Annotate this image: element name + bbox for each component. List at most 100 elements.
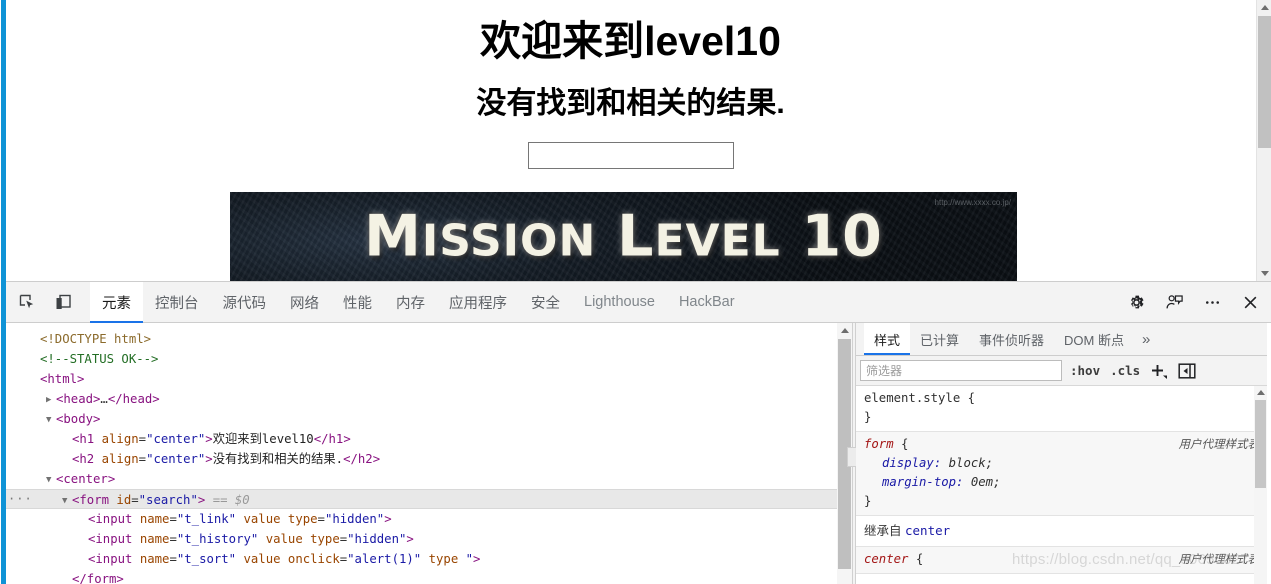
dom-scroll-up-arrow-icon[interactable]	[837, 323, 852, 338]
dom-row[interactable]: <input name="t_link" value type="hidden"…	[6, 509, 852, 529]
device-toolbar-icon[interactable]	[48, 287, 78, 317]
devtools-toolbar: 元素 控制台 源代码 网络 性能 内存 应用程序 安全 Lighthouse H…	[6, 281, 1271, 323]
tab-sources[interactable]: 源代码	[211, 282, 279, 323]
left-accent-strip	[1, 0, 6, 584]
dom-row-toggle-icon[interactable]: ▼	[46, 410, 56, 430]
toggle-pseudo-hov-button[interactable]: :hov	[1068, 362, 1102, 379]
style-rule-element-style[interactable]: element.style { }	[856, 386, 1267, 432]
tab-console-label: 控制台	[155, 295, 199, 312]
styles-scrollbar-thumb[interactable]	[1255, 400, 1266, 488]
dom-row[interactable]: <input name="t_sort" value onclick="aler…	[6, 549, 852, 569]
new-style-rule-button[interactable]	[1148, 361, 1170, 381]
dom-tree-pane[interactable]: <!DOCTYPE html> <!--STATUS OK--> <html> ▶ <h…	[6, 323, 852, 584]
tab-computed[interactable]: 已计算	[910, 323, 969, 355]
scroll-down-arrow-icon[interactable]	[1257, 266, 1271, 281]
more-options-icon[interactable]	[1197, 288, 1227, 318]
tab-dom-breakpoints-label: DOM 断点	[1064, 332, 1124, 348]
tab-lighthouse-label: Lighthouse	[584, 294, 655, 310]
dom-row[interactable]: <!DOCTYPE html>	[6, 329, 852, 349]
styles-pane-scrollbar[interactable]	[1254, 386, 1267, 584]
styles-rules-list: element.style { } 用户代理样式表 form { display…	[856, 386, 1267, 584]
banner-title-text: MISSION LEVEL 10	[230, 208, 1017, 265]
banner-number: 10	[801, 203, 883, 269]
banner-word-level: LEVEL	[617, 203, 781, 269]
page-title-h1: 欢迎来到level10	[480, 18, 781, 64]
tab-lighthouse[interactable]: Lighthouse	[572, 282, 667, 323]
devtools-tab-list: 元素 控制台 源代码 网络 性能 内存 应用程序 安全 Lighthouse H…	[90, 281, 747, 323]
banner-word-mission: MISSION	[364, 203, 597, 269]
tab-event-listeners-label: 事件侦听器	[979, 332, 1045, 348]
style-rule-selector[interactable]: form	[864, 437, 894, 451]
tab-memory[interactable]: 内存	[384, 282, 437, 323]
dom-tree: <!DOCTYPE html> <!--STATUS OK--> <html> ▶ <h…	[6, 323, 852, 584]
dom-row[interactable]: ▼ <center>	[6, 469, 852, 489]
tab-memory-label: 内存	[396, 295, 425, 312]
tab-security-label: 安全	[531, 295, 560, 312]
screenshot-root: 欢迎来到level10 没有找到和相关的结果. MISSION LEVEL 10…	[0, 0, 1271, 584]
settings-gear-icon[interactable]	[1121, 288, 1151, 318]
dom-row[interactable]: <html>	[6, 369, 852, 389]
tab-styles-label: 样式	[874, 332, 901, 348]
style-property-margin-top[interactable]: margin-top: 0em;	[864, 473, 1261, 492]
dom-row-selected[interactable]: ··· ▼ <form id="search"> == $0	[6, 489, 852, 509]
styles-tab-list: 样式 已计算 事件侦听器 DOM 断点 »	[856, 323, 1267, 356]
dom-row[interactable]: ▼ <body>	[6, 409, 852, 429]
dom-row-toggle-icon[interactable]: ▶	[46, 390, 56, 410]
dom-row[interactable]: <!--STATUS OK-->	[6, 349, 852, 369]
tab-security[interactable]: 安全	[519, 282, 572, 323]
styles-pane: 样式 已计算 事件侦听器 DOM 断点 » :hov .cls	[856, 323, 1267, 584]
dom-row-badge: ···	[8, 492, 33, 506]
style-rule-selector[interactable]: center	[864, 552, 908, 566]
page-subtitle-h2: 没有找到和相关的结果.	[476, 87, 785, 121]
toggle-computed-sidebar-icon[interactable]	[1176, 361, 1198, 381]
inherited-label: 继承自	[864, 524, 902, 538]
tab-application[interactable]: 应用程序	[437, 282, 519, 323]
tab-hackbar[interactable]: HackBar	[667, 282, 747, 323]
devtools-toolbar-right	[1115, 282, 1265, 323]
dom-row-toggle-icon[interactable]: ▼	[62, 491, 72, 511]
feedback-icon[interactable]	[1159, 288, 1189, 318]
tab-network-label: 网络	[290, 295, 319, 312]
page-scrollbar-thumb[interactable]	[1258, 16, 1271, 148]
style-rule-origin: 用户代理样式表	[1178, 439, 1260, 451]
close-icon[interactable]	[1235, 288, 1265, 318]
banner-source-url: http://www.xxxx.co.jp/	[934, 198, 1011, 207]
scroll-up-arrow-icon[interactable]	[1257, 0, 1271, 15]
tab-elements-label: 元素	[102, 295, 131, 312]
style-rule-center[interactable]: 用户代理样式表 center {	[856, 547, 1267, 574]
inspect-element-icon[interactable]	[12, 287, 42, 317]
toggle-element-classes-button[interactable]: .cls	[1108, 362, 1142, 379]
styles-filter-bar: :hov .cls	[856, 356, 1267, 386]
tab-application-label: 应用程序	[449, 295, 507, 312]
styles-more-tabs-icon[interactable]: »	[1134, 323, 1158, 355]
dom-row[interactable]: <h1 align="center">欢迎来到level10</h1>	[6, 429, 852, 449]
inherited-source-element[interactable]: center	[905, 523, 950, 538]
tab-event-listeners[interactable]: 事件侦听器	[969, 323, 1054, 355]
style-rule-selector[interactable]: element.style	[864, 391, 960, 405]
tab-sources-label: 源代码	[222, 295, 267, 312]
styles-filter-input[interactable]	[860, 360, 1062, 381]
tab-hackbar-label: HackBar	[678, 294, 735, 310]
tab-performance[interactable]: 性能	[331, 282, 384, 323]
dom-row-toggle-icon[interactable]: ▼	[46, 470, 56, 490]
search-input[interactable]	[527, 141, 734, 169]
style-rule-form[interactable]: 用户代理样式表 form { display: block; margin-to…	[856, 432, 1267, 516]
tab-styles[interactable]: 样式	[864, 323, 911, 355]
page-vertical-scrollbar[interactable]	[1256, 0, 1271, 281]
style-property-display[interactable]: display: block;	[864, 454, 1261, 473]
tab-network[interactable]: 网络	[278, 282, 331, 323]
dom-row[interactable]: <h2 align="center">没有找到和相关的结果.</h2>	[6, 449, 852, 469]
style-rule-origin: 用户代理样式表	[1178, 554, 1260, 566]
dom-row[interactable]: <input name="t_history" value type="hidd…	[6, 529, 852, 549]
tab-elements[interactable]: 元素	[90, 281, 143, 323]
mission-level-banner-image: MISSION LEVEL 10 http://www.xxxx.co.jp/	[230, 192, 1017, 281]
styles-scroll-up-arrow-icon[interactable]	[1254, 386, 1267, 399]
devtools-panel: 元素 控制台 源代码 网络 性能 内存 应用程序 安全 Lighthouse H…	[6, 281, 1271, 584]
dom-row[interactable]: </form>	[6, 569, 852, 584]
devtools-main: <!DOCTYPE html> <!--STATUS OK--> <html> ▶ <h…	[6, 323, 1271, 584]
tab-dom-breakpoints[interactable]: DOM 断点	[1054, 323, 1134, 355]
tab-console[interactable]: 控制台	[143, 282, 211, 323]
search-form	[6, 141, 1255, 169]
dom-row[interactable]: ▶ <head>…</head>	[6, 389, 852, 409]
tab-computed-label: 已计算	[920, 332, 960, 348]
